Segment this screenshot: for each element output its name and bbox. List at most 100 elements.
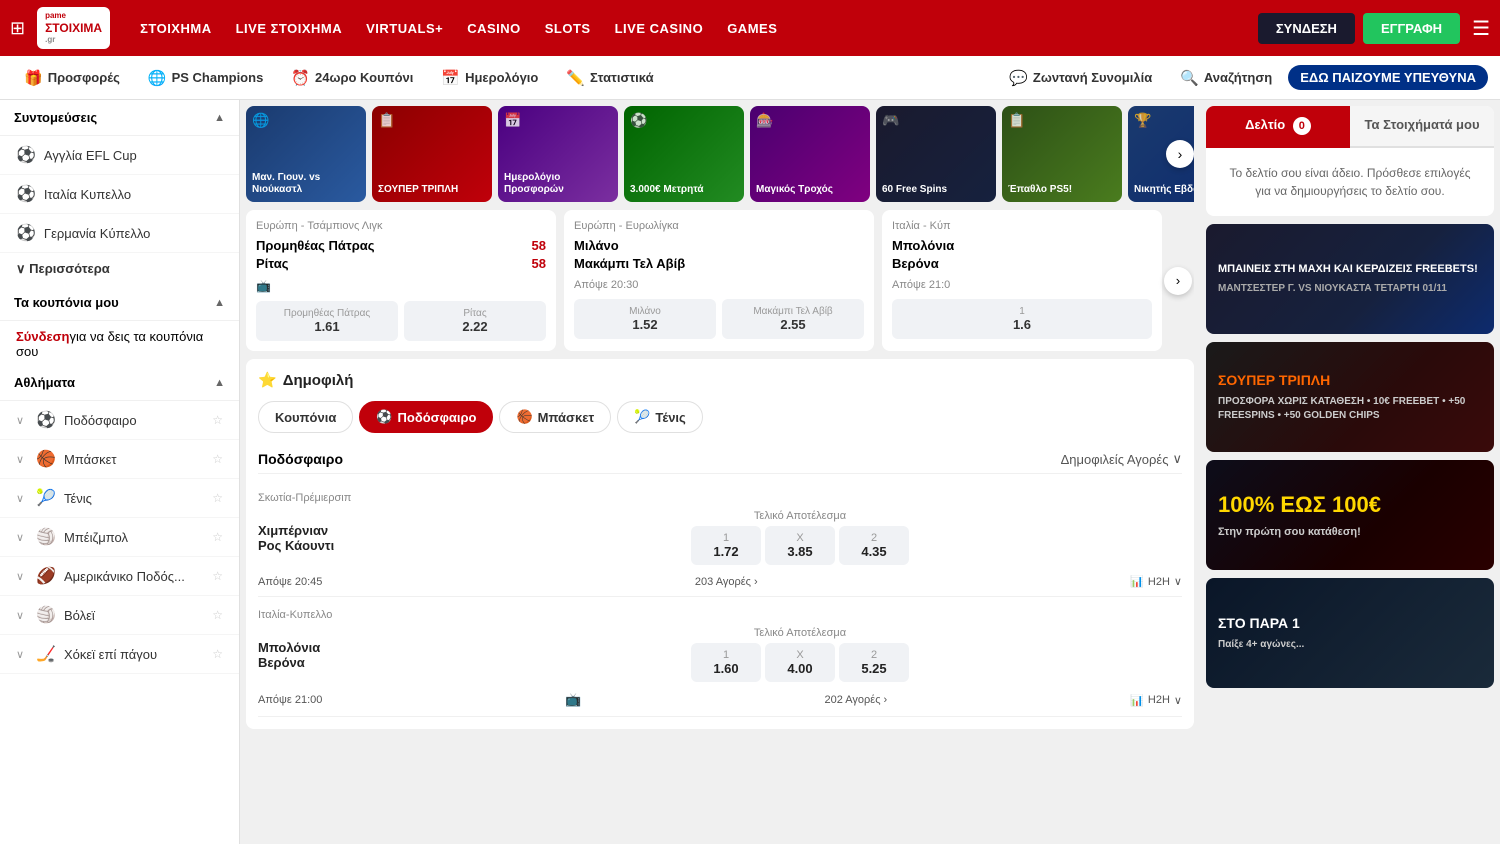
sidebar-item-hockey[interactable]: ∨ 🏒 Χόκεϊ επί πάγου ☆	[0, 635, 239, 674]
nav-virtuals[interactable]: VIRTUALS+	[356, 15, 453, 42]
markets-dropdown-button[interactable]: Δημοφιλείς Αγορές ∨	[1061, 451, 1182, 467]
promo-banner-100[interactable]: 100% ΕΩΣ 100€ Στην πρώτη σου κατάθεση!	[1206, 460, 1494, 570]
banner-magic-wheel-text: Μαγικός Τροχός	[756, 184, 864, 196]
top-navigation: ⊞ pame ΣΤΟΙΧΙΜΑ .gr ΣΤΟΙΧΗΜΑ LIVE ΣΤΟΙΧΗ…	[0, 0, 1500, 56]
match-scot-markets[interactable]: 203 Αγορές ›	[695, 576, 758, 588]
odd-ita-2[interactable]: 2 5.25	[839, 643, 909, 682]
match-scot-result-header: Τελικό Αποτέλεσμα	[754, 510, 846, 522]
betslip-tab-label: Δελτίο	[1245, 117, 1285, 132]
sidebar-item-volleyball[interactable]: ∨ 🏐 Βόλεϊ ☆	[0, 596, 239, 635]
grid-icon[interactable]: ⊞	[10, 18, 25, 39]
h2h-button-ita[interactable]: 📊 H2H ∨	[1130, 694, 1182, 707]
star-icon-7[interactable]: ☆	[212, 647, 223, 661]
nav-casino[interactable]: CASINO	[457, 15, 531, 42]
promo-banner-ps-champions[interactable]: ΜΠΑΙΝΕΙΣ ΣΤΗ ΜΑΧΗ ΚΑΙ ΚΕΡΔΙΖΕΙΣ FREEBETS…	[1206, 224, 1494, 334]
live-match-2-teams: Μιλάνο Μακάμπι Τελ Αβίβ	[574, 238, 864, 271]
sidebar-baseball-label: Μπέιζμπολ	[64, 530, 128, 545]
h2h-button-scot[interactable]: 📊 H2H ∨	[1130, 575, 1182, 588]
banner-trick-treat[interactable]: 60 Free Spins 🎮	[876, 106, 996, 202]
nav-live[interactable]: LIVE ΣΤΟΙΧΗΜΑ	[226, 15, 353, 42]
odd-btn-1-team1[interactable]: Προμηθέας Πάτρας 1.61	[256, 301, 398, 341]
live-match-1-league: Ευρώπη - Τσάμπιονς Λιγκ	[256, 220, 546, 232]
coupons-header[interactable]: Τα κουπόνια μου ▲	[0, 285, 239, 321]
match-scot-league: Σκωτία-Πρέμιερσιπ	[258, 488, 1182, 510]
banner-ps-champions[interactable]: Μαν. Γιουν. vs Νιούκαστλ 🌐	[246, 106, 366, 202]
odd-scot-2[interactable]: 2 4.35	[839, 526, 909, 565]
star-icon-5[interactable]: ☆	[212, 569, 223, 583]
brand-logo[interactable]: pame ΣΤΟΙΧΙΜΑ .gr	[37, 7, 110, 49]
nav-stoixima[interactable]: ΣΤΟΙΧΗΜΑ	[130, 15, 222, 42]
nav-games[interactable]: GAMES	[717, 15, 787, 42]
nav-calendar[interactable]: 📅 Ημερολόγιο	[429, 63, 550, 93]
odd-ita-1[interactable]: 1 1.60	[691, 643, 761, 682]
star-icon-6[interactable]: ☆	[212, 608, 223, 622]
live-match-2[interactable]: Ευρώπη - Ευρωλίγκα Μιλάνο Μακάμπι Τελ Αβ…	[564, 210, 874, 351]
live-matches-next-button[interactable]: ›	[1164, 267, 1192, 295]
coupons-login-prompt: Σύνδεσηγια να δεις τα κουπόνια σου	[0, 321, 239, 365]
nav-responsible[interactable]: ΕΔΩ ΠΑΙΖΟΥΜΕ ΥΠΕΥΘΥΝΑ	[1288, 65, 1488, 90]
odd-btn-2-team1[interactable]: Μιλάνο 1.52	[574, 299, 716, 339]
odd-btn-2-team2[interactable]: Μακάμπι Τελ Αβίβ 2.55	[722, 299, 864, 339]
odd-btn-3-team1[interactable]: 1 1.6	[892, 299, 1152, 339]
nav-slots[interactable]: SLOTS	[535, 15, 601, 42]
star-popular-icon: ⭐	[258, 371, 277, 389]
register-button[interactable]: ΕΓΓΡΑΦΗ	[1363, 13, 1460, 44]
match-row-scot: Σκωτία-Πρέμιερσιπ Χιμπέρνιαν Ρος Κάουντι…	[258, 480, 1182, 597]
tab-football[interactable]: ⚽ Ποδόσφαιρο	[359, 401, 493, 433]
sidebar-item-england-efl[interactable]: ⚽ Αγγλία EFL Cup	[0, 136, 239, 175]
login-button[interactable]: ΣΥΝΔΕΣΗ	[1258, 13, 1355, 44]
banner-ps5[interactable]: Έπαθλο PS5! 📋	[1002, 106, 1122, 202]
nav-ps-champions[interactable]: 🌐 PS Champions	[136, 63, 275, 93]
sidebar-item-basketball[interactable]: ∨ 🏀 Μπάσκετ ☆	[0, 440, 239, 479]
hamburger-icon[interactable]: ☰	[1472, 16, 1490, 41]
nav-offers[interactable]: 🎁 Προσφορές	[12, 63, 132, 93]
sidebar-item-football[interactable]: ∨ ⚽ Ποδόσφαιρο ☆	[0, 401, 239, 440]
betslip-body: Το δελτίο σου είναι άδειο. Πρόσθεσε επιλ…	[1206, 148, 1494, 216]
banners-next-button[interactable]: ›	[1166, 140, 1194, 168]
banner-magic-wheel[interactable]: Μαγικός Τροχός 🎰	[750, 106, 870, 202]
sidebar-item-italy-cup[interactable]: ⚽ Ιταλία Κυπελλο	[0, 175, 239, 214]
odd-scot-x[interactable]: X 3.85	[765, 526, 835, 565]
nav-live-casino[interactable]: LIVE CASINO	[605, 15, 714, 42]
tab-basketball[interactable]: 🏀 Μπάσκετ	[499, 401, 611, 433]
live-match-1-team2: Ρίτας 58	[256, 256, 546, 271]
odd-ita-x[interactable]: X 4.00	[765, 643, 835, 682]
live-match-3[interactable]: Ιταλία - Κύπ Μπολόνια Βερόνα Απόψε 21:0 …	[882, 210, 1162, 351]
star-icon-4[interactable]: ☆	[212, 530, 223, 544]
banner-super-triple[interactable]: ΣΟΥΠΕΡ ΤΡΙΠΛΗ 📋	[372, 106, 492, 202]
odd-btn-1-team2[interactable]: Ρίτας 2.22	[404, 301, 546, 341]
promo-triple-title: ΣΟΥΠΕΡ ΤΡΙΠΛΗ	[1218, 371, 1482, 391]
sidebar-item-baseball[interactable]: ∨ 🏐 Μπέιζμπολ ☆	[0, 518, 239, 557]
sidebar-more[interactable]: ∨ Περισσότερα	[0, 253, 239, 285]
live-match-2-time: Απόψε 20:30	[574, 279, 864, 291]
banner-offers-counter[interactable]: Ημερολόγιο Προσφορών 📅	[498, 106, 618, 202]
football-icon: ⚽	[16, 145, 36, 165]
star-icon[interactable]: ☆	[212, 413, 223, 427]
sidebar-item-tennis[interactable]: ∨ 🎾 Τένις ☆	[0, 479, 239, 518]
nav-live-chat[interactable]: 💬 Ζωντανή Συνομιλία	[997, 63, 1164, 93]
match-ita-markets[interactable]: 202 Αγορές ›	[824, 694, 887, 706]
live-match-1[interactable]: Ευρώπη - Τσάμπιονς Λιγκ Προμηθέας Πάτρας…	[246, 210, 556, 351]
nav-stats[interactable]: ✏️ Στατιστικά	[554, 63, 665, 93]
sports-header[interactable]: Αθλήματα ▲	[0, 365, 239, 401]
sidebar-item-germany-cup[interactable]: ⚽ Γερμανία Κύπελλο	[0, 214, 239, 253]
nav-search[interactable]: 🔍 Αναζήτηση	[1168, 63, 1284, 93]
star-icon-2[interactable]: ☆	[212, 452, 223, 466]
coupons-login-link[interactable]: Σύνδεση	[16, 329, 70, 344]
star-icon-3[interactable]: ☆	[212, 491, 223, 505]
betslip-tab-inactive[interactable]: Τα Στοιχήματά μου	[1350, 106, 1494, 148]
match-scot-team1: Χιμπέρνιαν	[258, 523, 418, 538]
tab-tennis[interactable]: 🎾 Τένις	[617, 401, 703, 433]
video-icon: 📺	[565, 692, 581, 708]
tab-coupons[interactable]: Κουπόνια	[258, 401, 353, 433]
promo-banner-super-triple[interactable]: ΣΟΥΠΕΡ ΤΡΙΠΛΗ ΠΡΟΣΦΟΡΑ ΧΩΡΙΣ ΚΑΤΑΘΕΣΗ • …	[1206, 342, 1494, 452]
promo-banner-para1[interactable]: ΣΤΟ ΠΑΡΑ 1 Παίξε 4+ αγώνες...	[1206, 578, 1494, 688]
shortcuts-header[interactable]: Συντομεύσεις ▲	[0, 100, 239, 136]
nav-24-coupon[interactable]: ⏰ 24ωρο Κουπόνι	[279, 63, 425, 93]
sidebar-item-am-football[interactable]: ∨ 🏈 Αμερικάνικο Ποδός... ☆	[0, 557, 239, 596]
odd-scot-1[interactable]: 1 1.72	[691, 526, 761, 565]
match-row-ita: Ιταλία-Κυπελλο Μπολόνια Βερόνα Τελικό Απ…	[258, 597, 1182, 717]
banner-free-spins[interactable]: 3.000€ Μετρητά ⚽	[624, 106, 744, 202]
betslip-tab-active[interactable]: Δελτίο 0	[1206, 106, 1350, 148]
nav-calendar-label: Ημερολόγιο	[465, 70, 538, 85]
